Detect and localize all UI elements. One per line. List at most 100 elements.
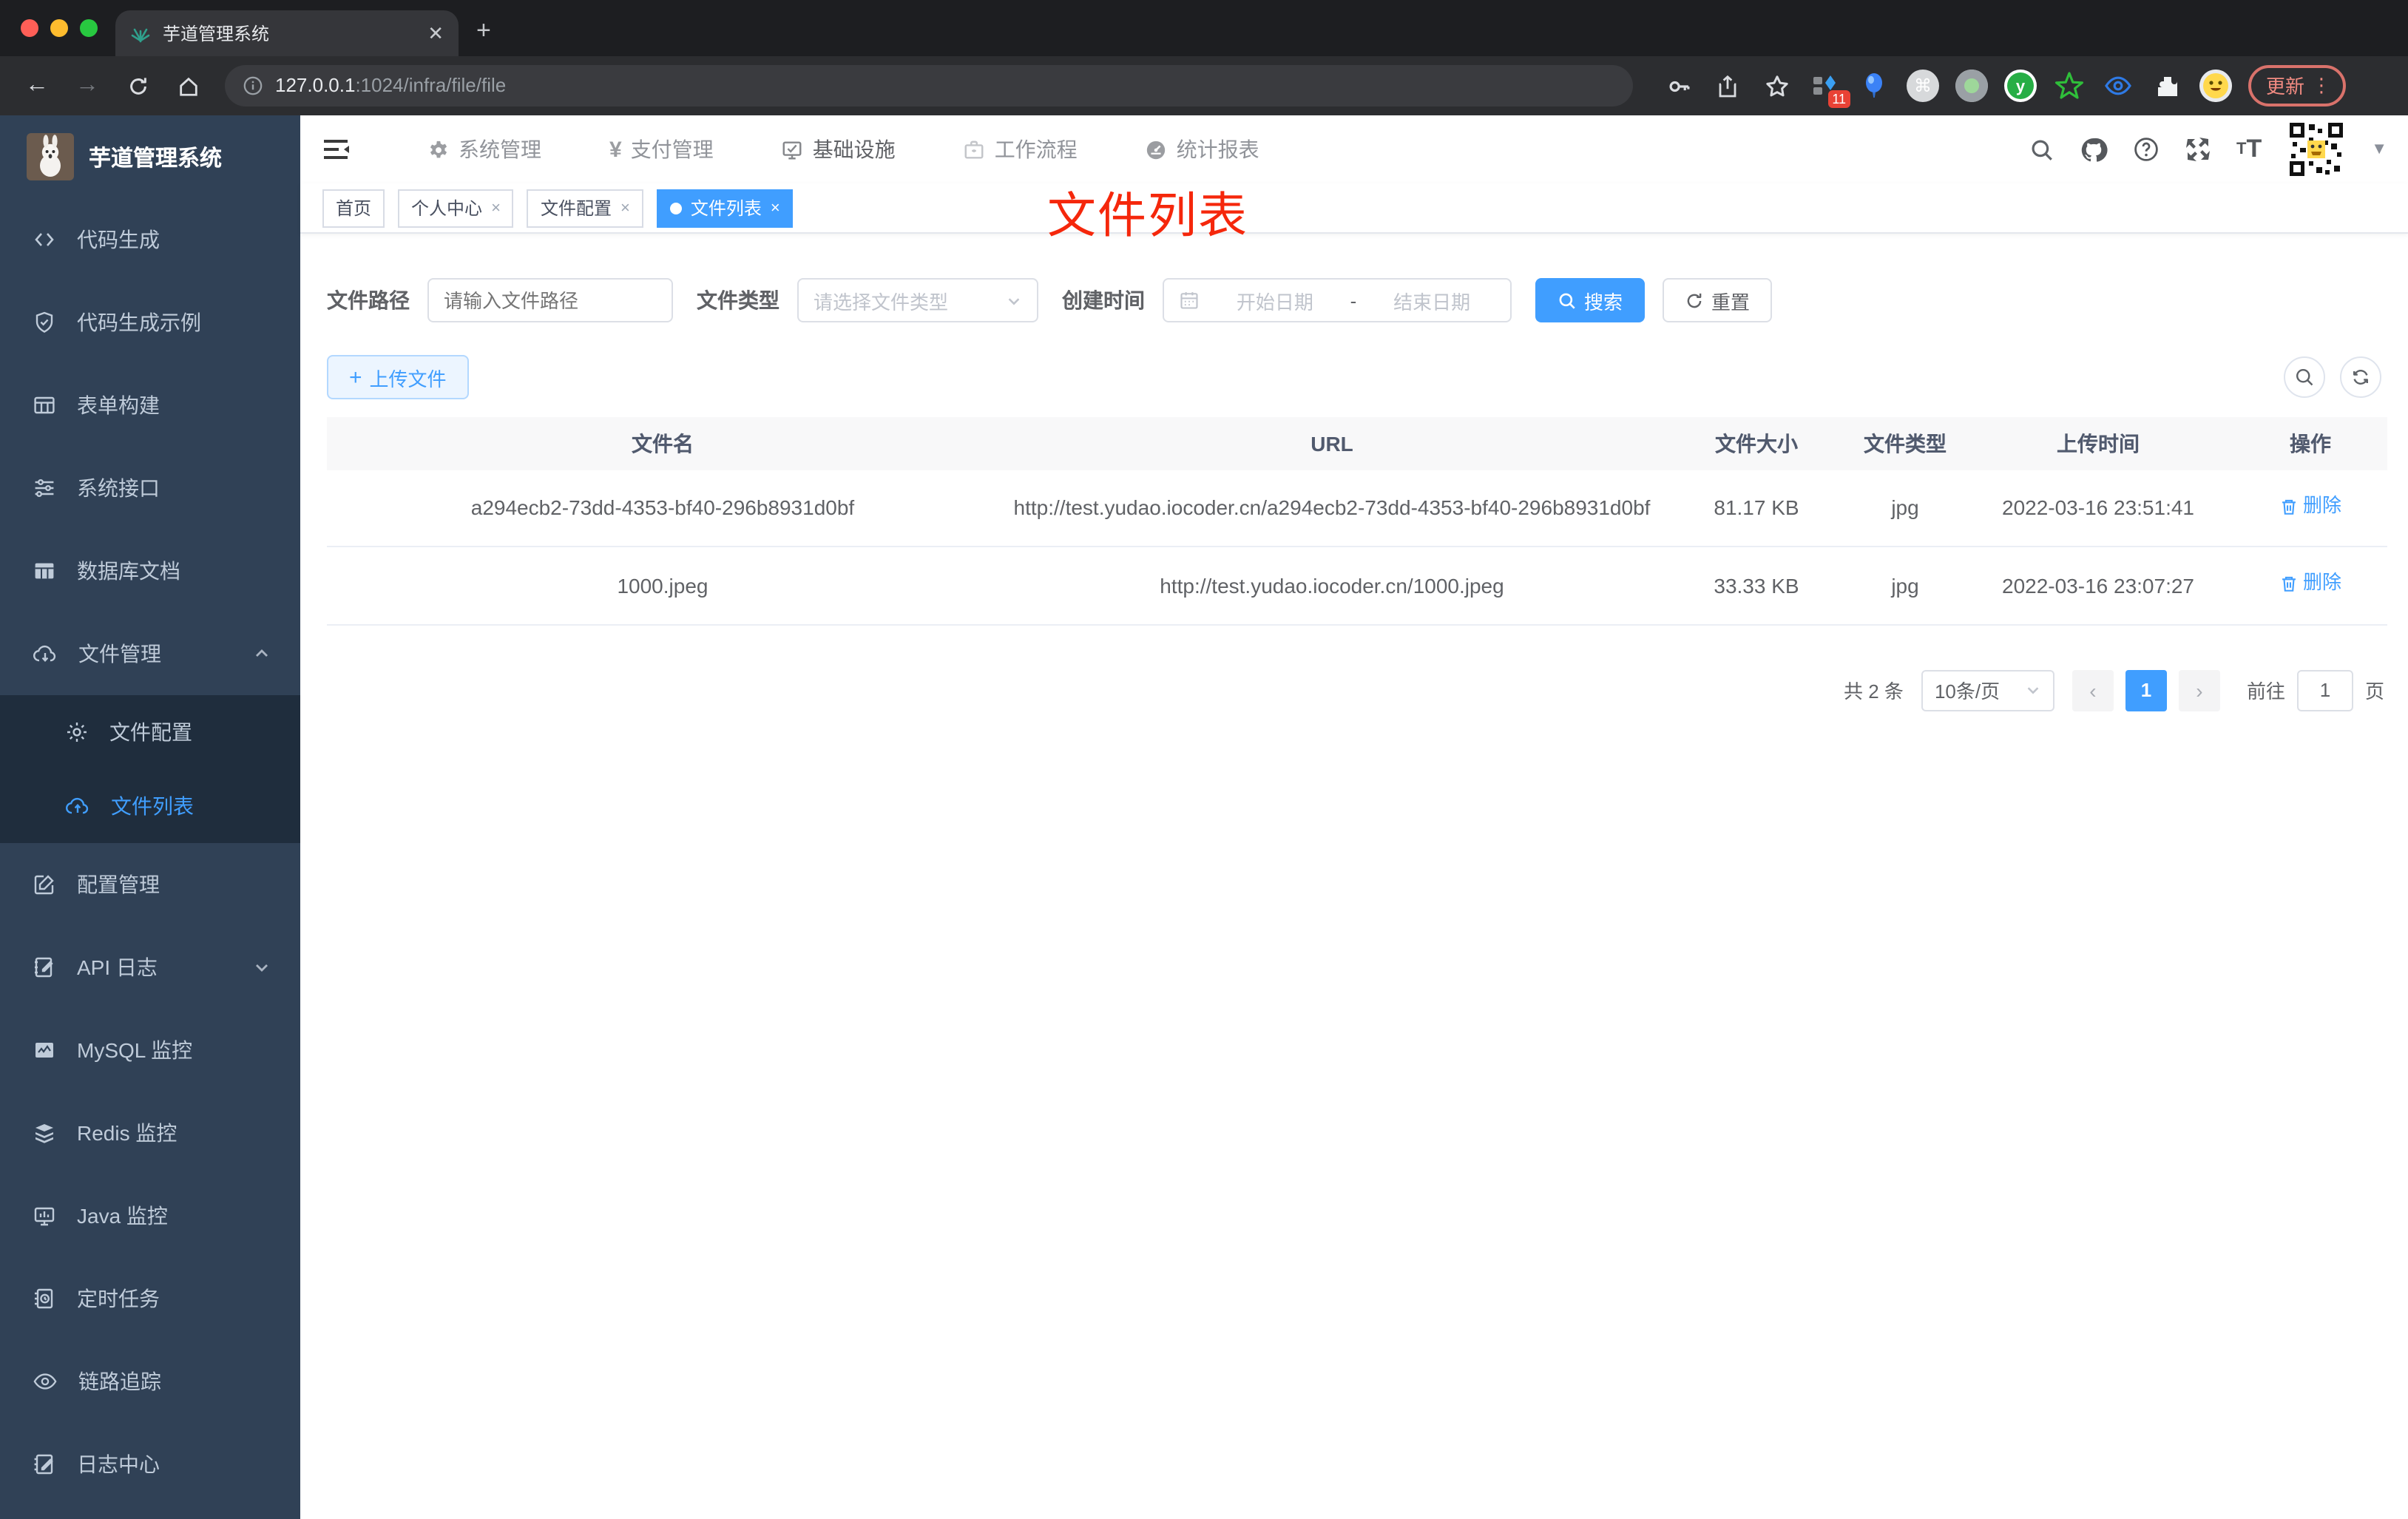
sidebar-item-label: API 日志 [77,955,158,979]
cell-file-name: a294ecb2-73dd-4353-bf40-296b8931d0bf [327,470,998,548]
refresh-table-button[interactable] [2340,356,2381,398]
home-icon[interactable] [169,67,207,105]
sidebar-item-code-gen[interactable]: 代码生成 [0,198,300,281]
fullscreen-icon[interactable] [2185,136,2211,163]
top-nav: 系统管理 ¥ 支付管理 基础设施 工作流程 统计报表 [427,135,1259,164]
file-path-input[interactable] [427,278,673,322]
extension-cmd-icon[interactable]: ⌘ [1907,70,1939,102]
next-page-button[interactable]: › [2178,669,2220,711]
goto-page-input[interactable] [2296,669,2353,711]
delete-button[interactable]: 删除 [2279,569,2341,600]
topnav-label: 支付管理 [630,138,714,161]
create-time-label: 创建时间 [1062,288,1145,312]
avatar-caret-icon[interactable]: ▼ [2371,141,2387,158]
sidebar-item-file-list[interactable]: 文件列表 [0,769,300,843]
window-minimize-button[interactable] [50,19,68,37]
sidebar-item-mysql-monitor[interactable]: MySQL 监控 [0,1009,300,1092]
topnav-infra[interactable]: 基础设施 [782,135,896,164]
sidebar-item-java-monitor[interactable]: Java 监控 [0,1174,300,1257]
bookmark-star-icon[interactable] [1760,70,1793,102]
cell-url: http://test.yudao.iocoder.cn/1000.jpeg [998,547,1665,626]
url-bar[interactable]: 127.0.0.1:1024/infra/file/file [225,65,1633,106]
extension-y-icon[interactable]: y [2004,70,2037,102]
upload-file-button[interactable]: + 上传文件 [327,355,469,399]
tag-file-config[interactable]: 文件配置 × [527,189,643,227]
sidebar-item-label: Redis 监控 [77,1121,177,1145]
trash-icon [2282,577,2296,592]
chevron-down-icon [2027,687,2039,694]
topnav-label: 系统管理 [459,138,541,161]
tag-close-icon[interactable]: × [491,199,501,217]
new-tab-button[interactable]: + [476,18,491,43]
prev-page-button[interactable]: ‹ [2072,669,2114,711]
delete-button[interactable]: 删除 [2279,491,2341,522]
page-size-select[interactable]: 10条/页 [1921,669,2054,711]
sidebar-item-cron-job[interactable]: 定时任务 [0,1257,300,1340]
col-actions: 操作 [2233,417,2387,470]
sidebar-item-system-api[interactable]: 系统接口 [0,447,300,530]
extension-tampermonkey-icon[interactable]: 11 [1809,70,1850,108]
reset-button[interactable]: 重置 [1663,278,1773,322]
tag-profile[interactable]: 个人中心 × [398,189,514,227]
date-start-placeholder[interactable]: 开始日期 [1211,286,1339,314]
tag-file-list[interactable]: 文件列表 × [656,189,794,227]
tag-close-icon[interactable]: × [771,199,780,217]
reload-icon[interactable] [118,67,157,105]
toggle-search-button[interactable] [2284,356,2325,398]
profile-avatar[interactable] [2199,70,2232,102]
sidebar-item-trace[interactable]: 链路追踪 [0,1340,300,1423]
pagination-total: 共 2 条 [1844,680,1904,703]
topnav-report[interactable]: 统计报表 [1146,135,1259,164]
font-size-icon[interactable]: TT [2236,135,2262,164]
extension-balloon-icon[interactable] [1858,70,1890,102]
tag-home[interactable]: 首页 [322,189,385,227]
collapse-sidebar-icon[interactable] [321,136,359,163]
browser-tab[interactable]: 芋道管理系统 ✕ [115,10,459,56]
search-button[interactable]: 搜索 [1535,278,1646,322]
reset-button-label: 重置 [1711,291,1751,313]
extension-dot-icon[interactable] [1955,70,1988,102]
tag-label: 文件配置 [540,198,612,219]
extension-eye-icon[interactable] [2102,70,2134,102]
github-icon[interactable] [2080,135,2108,163]
browser-menu-icon[interactable]: ⋮ [2312,73,2331,97]
sidebar-item-file-config[interactable]: 文件配置 [0,695,300,769]
tab-close-icon[interactable]: ✕ [427,21,444,45]
forward-icon[interactable]: → [68,67,106,105]
date-range-picker[interactable]: 开始日期 - 结束日期 [1163,278,1512,322]
extension-star-icon[interactable] [2053,70,2086,102]
help-icon[interactable] [2133,136,2160,163]
user-avatar-qr[interactable] [2287,120,2347,179]
sidebar-item-log-center[interactable]: 日志中心 [0,1423,300,1506]
file-type-select[interactable]: 请选择文件类型 [797,278,1038,322]
sidebar-item-api-log[interactable]: API 日志 [0,926,300,1009]
col-url: URL [998,417,1665,470]
window-maximize-button[interactable] [80,19,98,37]
update-label: 更新 [2266,75,2305,98]
sidebar-item-form-builder[interactable]: 表单构建 [0,364,300,447]
date-end-placeholder[interactable]: 结束日期 [1368,286,1495,314]
search-icon[interactable] [2029,137,2054,162]
current-page-button[interactable]: 1 [2125,669,2167,711]
sidebar-item-code-demo[interactable]: 代码生成示例 [0,281,300,364]
site-info-icon[interactable] [243,75,263,96]
sidebar-item-config-manage[interactable]: 配置管理 [0,843,300,926]
table-row: a294ecb2-73dd-4353-bf40-296b8931d0bf htt… [327,470,2387,548]
topnav-pay[interactable]: ¥ 支付管理 [609,135,714,164]
password-key-icon[interactable] [1663,70,1695,102]
tag-label: 首页 [336,198,372,219]
cloud-upload-icon [66,797,89,814]
share-icon[interactable] [1711,70,1744,102]
sidebar-item-redis-monitor[interactable]: Redis 监控 [0,1092,300,1174]
app-logo[interactable]: 芋道管理系统 [0,115,300,198]
sidebar-item-db-doc[interactable]: 数据库文档 [0,530,300,612]
sidebar-item-file-manage[interactable]: 文件管理 [0,612,300,695]
window-close-button[interactable] [21,19,38,37]
tag-close-icon[interactable]: × [620,199,630,217]
extensions-puzzle-icon[interactable] [2151,70,2183,102]
back-icon[interactable]: ← [18,67,56,105]
topnav-system[interactable]: 系统管理 [427,135,541,164]
browser-update-button[interactable]: 更新 ⋮ [2248,65,2347,106]
topnav-workflow[interactable]: 工作流程 [964,135,1078,164]
col-file-size: 文件大小 [1665,417,1847,470]
